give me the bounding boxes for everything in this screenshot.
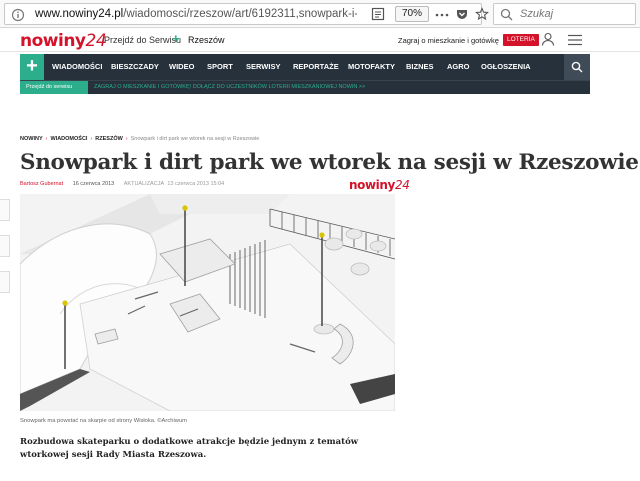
article-image[interactable] bbox=[20, 194, 395, 411]
user-icon[interactable] bbox=[541, 32, 555, 46]
breadcrumb-current: Snowpark i dirt park we wtorek na sesji … bbox=[130, 136, 260, 142]
image-caption: Snowpark ma powstać na skarpie od strony… bbox=[20, 418, 187, 424]
nav-item-bieszczady[interactable]: BIESZCZADY bbox=[111, 62, 159, 71]
snowpark-render bbox=[20, 194, 395, 411]
url-path: /wiadomosci/rzeszow/art/6192311,snowpark… bbox=[123, 8, 357, 20]
bookmark-star-icon[interactable] bbox=[475, 7, 489, 21]
updated-label: AKTUALIZACJA bbox=[123, 181, 164, 187]
lock-icon[interactable] bbox=[11, 8, 25, 22]
main-navigation: + WIADOMOŚCI BIESZCZADY WIDEO SPORT SERW… bbox=[20, 54, 590, 80]
source-logo-number: 24 bbox=[394, 178, 410, 192]
breadcrumb-item-rzeszow[interactable]: RZESZÓW bbox=[95, 136, 123, 142]
service-link[interactable]: Przejdź do Serwisu bbox=[104, 35, 181, 45]
article-title: Snowpark i dirt park we wtorek na sesji … bbox=[20, 150, 639, 175]
share-comment-icon[interactable] bbox=[0, 271, 10, 293]
article-date: 16 czerwca 2013 bbox=[72, 181, 115, 187]
caption-text: Snowpark ma powstać na skarpie od strony… bbox=[20, 418, 156, 424]
site-logo[interactable]: nowiny24 bbox=[20, 31, 107, 51]
site-header: nowiny24 Przejdź do Serwisu + Rzeszów Za… bbox=[0, 28, 640, 52]
share-link-icon[interactable] bbox=[0, 235, 10, 257]
article-author[interactable]: Bartosz Gubernat bbox=[20, 181, 63, 187]
nav-item-biznes[interactable]: BIZNES bbox=[406, 62, 434, 71]
breadcrumb: NOWINY › WIADOMOŚCI › RZESZÓW › Snowpark i dir… bbox=[20, 136, 259, 142]
nav-item-agro[interactable]: AGRO bbox=[447, 62, 470, 71]
pocket-icon[interactable] bbox=[455, 7, 469, 21]
nav-item-serwisy[interactable]: SERWISY bbox=[246, 62, 280, 71]
go-to-service-link[interactable]: Przejdź do serwisu bbox=[20, 81, 88, 94]
reader-view-icon[interactable] bbox=[371, 7, 385, 21]
search-icon bbox=[500, 8, 513, 21]
browser-search-box[interactable] bbox=[493, 3, 636, 25]
more-actions-icon[interactable] bbox=[435, 8, 449, 20]
city-selector[interactable]: Rzeszów bbox=[188, 35, 225, 45]
source-logo: nowiny24 bbox=[349, 178, 410, 192]
url-host: www.nowiny24.pl bbox=[35, 8, 124, 20]
nav-search-icon bbox=[571, 61, 583, 73]
lottery-badge[interactable]: LOTERIA bbox=[503, 34, 539, 46]
nav-item-wideo[interactable]: WIDEO bbox=[169, 62, 194, 71]
nav-item-reportaze[interactable]: REPORTAŻE bbox=[293, 62, 339, 71]
browser-toolbar: www.nowiny24.pl/wiadomosci/rzeszow/art/6… bbox=[0, 0, 640, 28]
updated-date: 13 czerwca 2013 15:04 bbox=[167, 181, 225, 187]
caption-credit: ©Archiwum bbox=[157, 418, 187, 424]
logo-text: nowiny bbox=[20, 31, 86, 51]
nav-plus-icon[interactable]: + bbox=[20, 54, 44, 80]
address-bar[interactable]: www.nowiny24.pl/wiadomosci/rzeszow/art/6… bbox=[4, 3, 489, 25]
plus-icon[interactable]: + bbox=[172, 31, 180, 46]
sub-navigation: Przejdź do serwisu ZAGRAJ O MIESZKANIE I… bbox=[20, 80, 590, 94]
nav-item-sport[interactable]: SPORT bbox=[207, 62, 233, 71]
browser-search-input[interactable] bbox=[520, 6, 630, 22]
article-lead: Rozbudowa skateparku o dodatkowe atrakcj… bbox=[20, 437, 359, 460]
share-facebook-icon[interactable] bbox=[0, 199, 10, 221]
source-logo-text: nowiny bbox=[349, 178, 395, 192]
lottery-promo-link[interactable]: Zagraj o mieszkanie i gotówkę bbox=[398, 36, 499, 45]
breadcrumb-separator: › bbox=[45, 136, 48, 142]
nav-item-ogloszenia[interactable]: OGŁOSZENIA bbox=[481, 62, 531, 71]
article-meta: Bartosz Gubernat 16 czerwca 2013 AKTUALI… bbox=[20, 181, 224, 187]
breadcrumb-item-nowiny[interactable]: NOWINY bbox=[20, 136, 43, 142]
url-text[interactable]: www.nowiny24.pl/wiadomosci/rzeszow/art/6… bbox=[35, 8, 357, 20]
zoom-level-badge[interactable]: 70% bbox=[395, 6, 430, 22]
share-strip bbox=[0, 199, 10, 295]
hamburger-menu-icon[interactable] bbox=[568, 33, 582, 46]
breadcrumb-item-wiadomosci[interactable]: WIADOMOŚCI bbox=[50, 136, 87, 142]
breadcrumb-separator: › bbox=[125, 136, 128, 142]
breadcrumb-separator: › bbox=[90, 136, 93, 142]
nav-item-motofakty[interactable]: MOTOFAKTY bbox=[348, 62, 395, 71]
nav-search-button[interactable] bbox=[564, 54, 590, 80]
lottery-subnav-promo[interactable]: ZAGRAJ O MIESZKANIE I GOTÓWKĘ! DOŁĄCZ DO… bbox=[94, 81, 365, 94]
nav-item-wiadomosci[interactable]: WIADOMOŚCI bbox=[52, 62, 102, 71]
